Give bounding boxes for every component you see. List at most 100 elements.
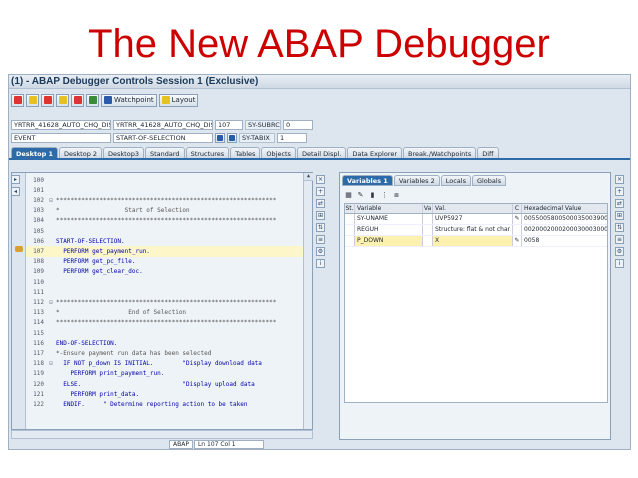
code-line[interactable]: 119 PERFORM print_payment_run. <box>26 369 304 379</box>
tab-globals[interactable]: Globals <box>471 175 507 186</box>
code-line[interactable]: 114 *************************************… <box>26 318 304 328</box>
settings-icon[interactable]: ⋮ <box>380 191 389 200</box>
col-change[interactable]: C <box>513 204 522 213</box>
event-type-field[interactable]: EVENT <box>11 133 111 143</box>
fold-marker-icon[interactable]: ⊟ <box>46 197 56 204</box>
new-tool-icon[interactable]: + <box>316 187 325 196</box>
tab-locals[interactable]: Locals <box>440 175 471 186</box>
delete-icon[interactable]: ▮ <box>368 191 377 200</box>
line-number: 121 <box>33 390 44 398</box>
code-line[interactable]: 121 PERFORM print_data. <box>26 389 304 399</box>
expand-left-icon[interactable]: ▸ <box>11 175 20 184</box>
col-variable[interactable]: Variable <box>355 204 423 213</box>
swap-tool-icon[interactable]: ⇅ <box>615 223 624 232</box>
code-line[interactable]: 111 <box>26 287 304 297</box>
change-icon[interactable]: ✎ <box>356 191 365 200</box>
col-status[interactable]: St. <box>345 204 355 213</box>
table-row[interactable]: REGUH Structure: flat & not char 0020002… <box>345 225 607 236</box>
services-tool-icon[interactable]: ≡ <box>615 235 624 244</box>
new-tool-icon[interactable]: + <box>615 187 624 196</box>
sy-tabix-label: SY-TABIX <box>239 133 275 143</box>
col-value[interactable]: Val. <box>433 204 513 213</box>
tool-info-icon[interactable]: i <box>316 259 325 268</box>
code-horizontal-scrollbar[interactable] <box>11 430 313 439</box>
variable-name[interactable]: P_DOWN <box>355 236 423 246</box>
event-info-button[interactable] <box>227 133 237 143</box>
breakpoint-button[interactable] <box>86 93 99 107</box>
table-row[interactable]: P_DOWN X ✎ 0058 <box>345 236 607 247</box>
swap-tool-icon[interactable]: ⇅ <box>316 223 325 232</box>
line-number: 117 <box>33 349 44 357</box>
watchpoint-button[interactable]: Watchpoint <box>101 93 157 107</box>
close-tool-icon[interactable]: × <box>615 175 624 184</box>
variable-value[interactable]: X <box>433 236 513 246</box>
stop-button[interactable] <box>71 93 84 107</box>
replace-tool-icon[interactable]: ⇄ <box>316 199 325 208</box>
program-field[interactable]: YRTRR_41628_AUTO_CHQ_DISBRS <box>11 120 111 130</box>
tool-info-icon[interactable]: i <box>615 259 624 268</box>
code-line[interactable]: 120 ELSE. "Display upload data <box>26 379 304 389</box>
code-line[interactable]: 108 PERFORM get_pc_file. <box>26 257 304 267</box>
settings-tool-icon[interactable]: ⚙ <box>316 247 325 256</box>
variable-fast-display-icon[interactable]: ⧈ <box>392 191 401 200</box>
code-line[interactable]: 117 *-Ensure payment run data has been se… <box>26 348 304 358</box>
code-line[interactable]: 100 <box>26 175 304 185</box>
code-text: PERFORM get_payment_run. <box>56 247 150 255</box>
variables-panel: Variables 1 Variables 2 Locals Globals ▦… <box>339 172 611 440</box>
code-line[interactable]: 122 ENDIF. " Determine reporting action … <box>26 399 304 409</box>
variable-value[interactable]: Structure: flat & not char <box>433 225 513 235</box>
services-tool-icon[interactable]: ≡ <box>316 235 325 244</box>
close-tool-icon[interactable]: × <box>316 175 325 184</box>
fold-marker-icon[interactable]: ⊟ <box>46 360 56 367</box>
maximize-tool-icon[interactable]: ⊞ <box>316 211 325 220</box>
code-text: PERFORM get_pc_file. <box>56 258 136 266</box>
code-vertical-scrollbar[interactable]: ▲ <box>303 173 313 429</box>
table-row[interactable]: SY-UNAME UVP5927 ✎ 005500580050003500390… <box>345 214 607 225</box>
line-field[interactable]: 107 <box>215 120 243 130</box>
tab-variables-1[interactable]: Variables 1 <box>342 175 393 186</box>
step-into-button[interactable] <box>11 93 24 107</box>
layout-button[interactable]: Layout <box>158 93 199 107</box>
code-line[interactable]: 103 * Start of Selection <box>26 206 304 216</box>
code-line[interactable]: 109 PERFORM get_clear_doc. <box>26 267 304 277</box>
edit-pencil-icon[interactable]: ✎ <box>513 236 522 246</box>
breakpoint-gutter[interactable] <box>12 173 26 429</box>
source-code-pane[interactable]: 100 101 102 ⊟ ******************************… <box>11 172 313 430</box>
collapse-left-icon[interactable]: ◂ <box>11 187 20 196</box>
code-line[interactable]: 102 ⊟ ************************************… <box>26 195 304 205</box>
replace-tool-icon[interactable]: ⇄ <box>615 199 624 208</box>
scroll-up-arrow-icon[interactable]: ▲ <box>304 173 313 181</box>
maximize-tool-icon[interactable]: ⊞ <box>615 211 624 220</box>
code-line[interactable]: 116 END-OF-SELECTION. <box>26 338 304 348</box>
code-line[interactable]: 106 START-OF-SELECTION. <box>26 236 304 246</box>
fold-marker-icon[interactable]: ⊟ <box>46 299 56 306</box>
code-line[interactable]: 118 ⊟ IF NOT p_down IS INITIAL. "Display … <box>26 359 304 369</box>
code-text: IF NOT p_down IS INITIAL. "Display downl… <box>56 360 262 368</box>
code-line[interactable]: 110 <box>26 277 304 287</box>
col-hex[interactable]: Hexadecimal Value <box>522 204 607 213</box>
variable-value[interactable]: UVP5927 <box>433 214 513 224</box>
settings-tool-icon[interactable]: ⚙ <box>615 247 624 256</box>
code-line[interactable]: 107 PERFORM get_payment_run. <box>26 246 304 257</box>
code-line[interactable]: 113 * End of Selection <box>26 308 304 318</box>
select-all-icon[interactable]: ▦ <box>344 191 353 200</box>
line-number: 102 <box>33 196 44 204</box>
variable-tool-icons: × + ⇄ ⊞ ⇅ ≡ ⚙ i <box>615 175 624 268</box>
tab-variables-2[interactable]: Variables 2 <box>393 175 440 186</box>
variable-name[interactable]: REGUH <box>355 225 423 235</box>
return-button[interactable] <box>41 93 54 107</box>
col-va[interactable]: Va <box>423 204 433 213</box>
variable-name[interactable]: SY-UNAME <box>355 214 423 224</box>
step-over-button[interactable] <box>26 93 39 107</box>
code-line[interactable]: 115 <box>26 328 304 338</box>
code-line[interactable]: 112 ⊟ ************************************… <box>26 297 304 307</box>
code-line[interactable]: 105 <box>26 226 304 236</box>
code-text: *-Ensure payment run data has been selec… <box>56 349 212 357</box>
continue-button[interactable] <box>56 93 69 107</box>
include-field[interactable]: YRTRR_41628_AUTO_CHQ_DISBRS <box>113 120 213 130</box>
code-line[interactable]: 104 *************************************… <box>26 216 304 226</box>
code-line[interactable]: 101 <box>26 185 304 195</box>
edit-pencil-icon[interactable]: ✎ <box>513 214 522 224</box>
event-name-field[interactable]: START-OF-SELECTION <box>113 133 213 143</box>
event-nav-button[interactable] <box>215 133 225 143</box>
